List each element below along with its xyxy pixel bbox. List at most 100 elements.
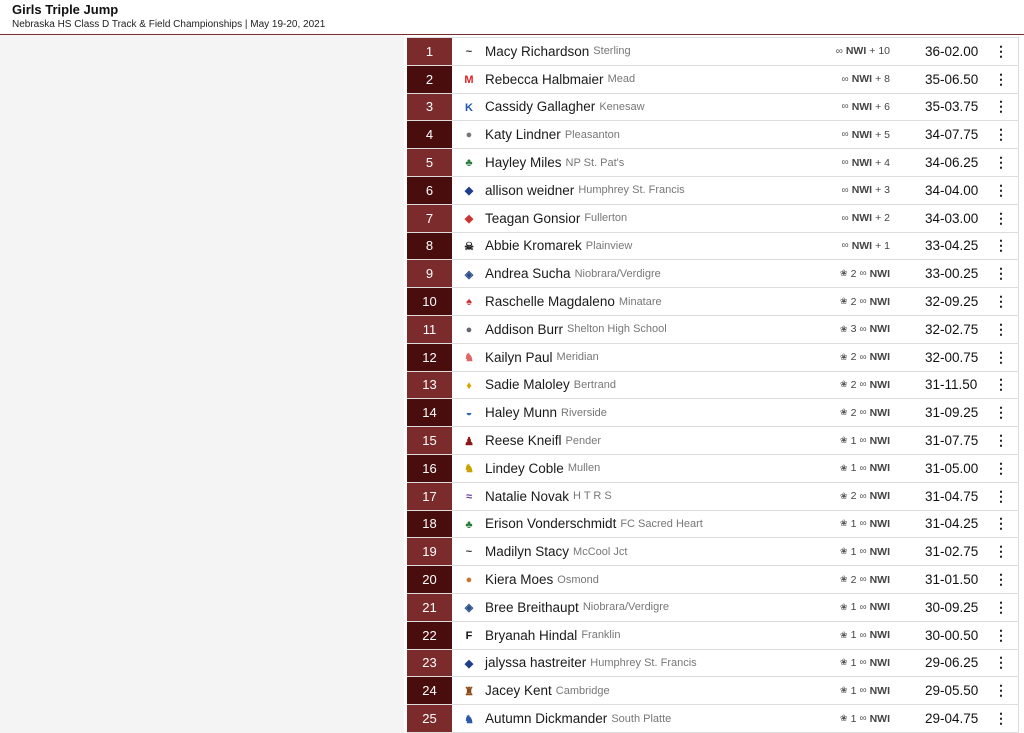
more-options-icon[interactable]: ⋮ [994,483,1008,510]
school-name[interactable]: Plainview [586,240,632,252]
school-name[interactable]: Mead [608,73,636,85]
result-row[interactable]: 14 ◒ Haley Munn Riverside ❀ 2 ∞ NWI 31-09.25 ⋮ [407,399,1019,428]
athlete-name[interactable]: Raschelle Magdaleno [485,294,615,309]
athlete-entry[interactable]: jalyssa hastreiter Humphrey St. Francis [485,650,697,677]
school-name[interactable]: Riverside [561,407,607,419]
school-name[interactable]: FC Sacred Heart [620,518,703,530]
athlete-name[interactable]: Madilyn Stacy [485,544,569,559]
athlete-name[interactable]: Rebecca Halbmaier [485,72,604,87]
athlete-entry[interactable]: Kailyn Paul Meridian [485,344,599,371]
more-options-icon[interactable]: ⋮ [994,705,1008,732]
more-options-icon[interactable]: ⋮ [994,372,1008,399]
result-row[interactable]: 5 ♣ Hayley Miles NP St. Pat's ∞ NWI + 4 34-06.2… [407,149,1019,177]
athlete-name[interactable]: Abbie Kromarek [485,238,582,253]
school-name[interactable]: Meridian [557,351,599,363]
school-name[interactable]: Humphrey St. Francis [578,184,684,196]
athlete-entry[interactable]: Sadie Maloley Bertrand [485,372,616,399]
school-name[interactable]: Humphrey St. Francis [590,657,696,669]
more-options-icon[interactable]: ⋮ [994,233,1008,260]
result-row[interactable]: 10 ♠ Raschelle Magdaleno Minatare ❀ 2 ∞ NWI 32-0… [407,288,1019,316]
athlete-name[interactable]: jalyssa hastreiter [485,655,586,670]
school-name[interactable]: Pender [566,435,601,447]
athlete-entry[interactable]: Katy Lindner Pleasanton [485,121,620,148]
result-row[interactable]: 21 ◈ Bree Breithaupt Niobrara/Verdigre ❀ 1 ∞ NW… [407,593,1019,622]
athlete-entry[interactable]: Bryanah Hindal Franklin [485,622,620,649]
result-row[interactable]: 18 ♣ Erison Vonderschmidt FC Sacred Heart ❀ 1… [407,510,1019,539]
athlete-entry[interactable]: Bree Breithaupt Niobrara/Verdigre [485,594,669,621]
school-name[interactable]: Osmond [557,574,599,586]
school-name[interactable]: McCool Jct [573,546,627,558]
more-options-icon[interactable]: ⋮ [994,427,1008,454]
school-name[interactable]: Kenesaw [599,101,644,113]
result-row[interactable]: 4 ● Katy Lindner Pleasanton ∞ NWI + 5 34-07.75 ⋮ [407,121,1019,150]
more-options-icon[interactable]: ⋮ [994,399,1008,426]
athlete-name[interactable]: allison weidner [485,183,574,198]
athlete-name[interactable]: Bree Breithaupt [485,600,579,615]
athlete-name[interactable]: Bryanah Hindal [485,628,577,643]
school-name[interactable]: Cambridge [556,685,610,697]
athlete-name[interactable]: Cassidy Gallagher [485,99,595,114]
result-row[interactable]: 6 ◆ allison weidner Humphrey St. Francis ∞ NW… [407,176,1019,205]
athlete-name[interactable]: Katy Lindner [485,127,561,142]
more-options-icon[interactable]: ⋮ [994,344,1008,371]
more-options-icon[interactable]: ⋮ [994,94,1008,121]
result-row[interactable]: 22 F Bryanah Hindal Franklin ❀ 1 ∞ NWI 30-00.50 ⋮ [407,621,1019,650]
more-options-icon[interactable]: ⋮ [994,566,1008,593]
school-name[interactable]: Shelton High School [567,323,667,335]
school-name[interactable]: Bertrand [574,379,616,391]
athlete-name[interactable]: Macy Richardson [485,44,589,59]
athlete-entry[interactable]: Addison Burr Shelton High School [485,316,667,343]
result-row[interactable]: 25 ♞ Autumn Dickmander South Platte ❀ 1 ∞ NWI 29… [407,705,1019,733]
athlete-entry[interactable]: Raschelle Magdaleno Minatare [485,288,662,315]
school-name[interactable]: NP St. Pat's [566,157,625,169]
athlete-entry[interactable]: Macy Richardson Sterling [485,38,631,65]
athlete-name[interactable]: Hayley Miles [485,155,562,170]
result-row[interactable]: 1 ~ Macy Richardson Sterling ∞ NWI + 10 36-02.0… [407,38,1019,66]
more-options-icon[interactable]: ⋮ [994,677,1008,704]
school-name[interactable]: Mullen [568,462,600,474]
school-name[interactable]: Minatare [619,296,662,308]
athlete-name[interactable]: Andrea Sucha [485,266,571,281]
athlete-entry[interactable]: Cassidy Gallagher Kenesaw [485,94,645,121]
more-options-icon[interactable]: ⋮ [994,538,1008,565]
result-row[interactable]: 23 ◆ jalyssa hastreiter Humphrey St. Franci… [407,649,1019,678]
athlete-entry[interactable]: Reese Kneifl Pender [485,427,601,454]
athlete-entry[interactable]: Rebecca Halbmaier Mead [485,66,635,93]
more-options-icon[interactable]: ⋮ [994,149,1008,176]
athlete-name[interactable]: Reese Kneifl [485,433,562,448]
athlete-entry[interactable]: Autumn Dickmander South Platte [485,705,671,732]
school-name[interactable]: H T R S [573,490,612,502]
athlete-name[interactable]: Erison Vonderschmidt [485,516,616,531]
athlete-entry[interactable]: Natalie Novak H T R S [485,483,612,510]
athlete-name[interactable]: Autumn Dickmander [485,711,607,726]
athlete-entry[interactable]: Jacey Kent Cambridge [485,677,610,704]
more-options-icon[interactable]: ⋮ [994,455,1008,482]
athlete-name[interactable]: Haley Munn [485,405,557,420]
result-row[interactable]: 2 M Rebecca Halbmaier Mead ∞ NWI + 8 35-06.50 ⋮ [407,65,1019,94]
result-row[interactable]: 9 ◈ Andrea Sucha Niobrara/Verdigre ❀ 2 ∞ NWI 33-… [407,260,1019,289]
result-row[interactable]: 7 ◆ Teagan Gonsior Fullerton ∞ NWI + 2 34-03.00… [407,204,1019,233]
result-row[interactable]: 20 ● Kiera Moes Osmond ❀ 2 ∞ NWI 31-01.50 ⋮ [407,566,1019,594]
result-row[interactable]: 8 ☠ Abbie Kromarek Plainview ∞ NWI + 1 33-04.25… [407,232,1019,261]
athlete-entry[interactable]: Andrea Sucha Niobrara/Verdigre [485,260,661,287]
athlete-entry[interactable]: Kiera Moes Osmond [485,566,599,593]
athlete-entry[interactable]: Teagan Gonsior Fullerton [485,205,627,232]
result-row[interactable]: 24 ♜ Jacey Kent Cambridge ❀ 1 ∞ NWI 29-05.50 ⋮ [407,677,1019,706]
more-options-icon[interactable]: ⋮ [994,260,1008,287]
more-options-icon[interactable]: ⋮ [994,177,1008,204]
school-name[interactable]: Niobrara/Verdigre [575,268,661,280]
athlete-name[interactable]: Teagan Gonsior [485,211,580,226]
more-options-icon[interactable]: ⋮ [994,66,1008,93]
athlete-entry[interactable]: allison weidner Humphrey St. Francis [485,177,685,204]
more-options-icon[interactable]: ⋮ [994,38,1008,65]
school-name[interactable]: Sterling [593,45,630,57]
athlete-entry[interactable]: Hayley Miles NP St. Pat's [485,149,624,176]
athlete-name[interactable]: Kiera Moes [485,572,553,587]
athlete-name[interactable]: Natalie Novak [485,489,569,504]
more-options-icon[interactable]: ⋮ [994,650,1008,677]
school-name[interactable]: Pleasanton [565,129,620,141]
athlete-name[interactable]: Sadie Maloley [485,377,570,392]
athlete-entry[interactable]: Lindey Coble Mullen [485,455,600,482]
athlete-name[interactable]: Lindey Coble [485,461,564,476]
result-row[interactable]: 12 ♞ Kailyn Paul Meridian ❀ 2 ∞ NWI 32-00.75 ⋮ [407,343,1019,372]
